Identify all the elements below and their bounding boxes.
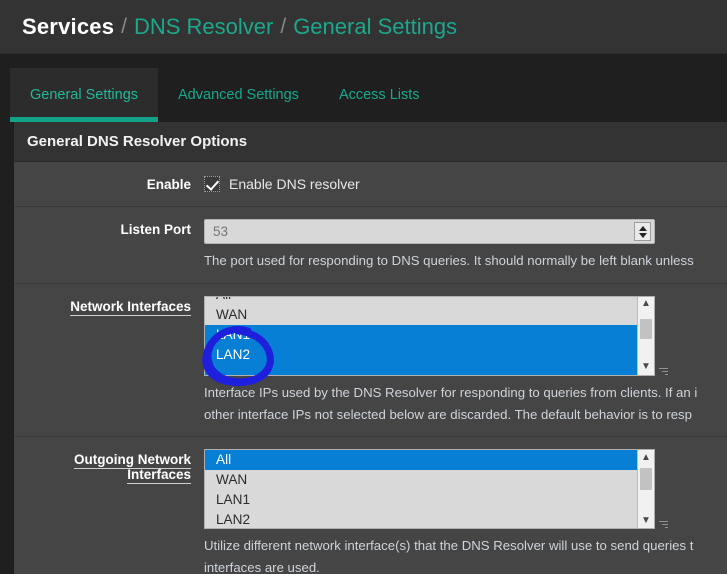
panel-title: General DNS Resolver Options — [14, 122, 727, 162]
scrollbar-thumb[interactable] — [640, 318, 652, 339]
network-interfaces-listbox[interactable]: All WAN LAN1 LAN2 ▲ ▼ — [204, 295, 655, 376]
outgoing-network-interfaces-label: Outgoing Network Interfaces — [14, 449, 204, 574]
form-row-network-interfaces: Network Interfaces All WAN LAN1 LAN2 — [14, 284, 727, 438]
listen-port-input[interactable] — [205, 220, 634, 243]
outgoing-help-line-2: interfaces are used. — [204, 560, 320, 574]
outgoing-network-interfaces-listbox[interactable]: All WAN LAN1 LAN2 ▲ ▼ — [204, 449, 655, 530]
form-row-listen-port: Listen Port The port used for responding… — [14, 207, 727, 284]
caret-up-icon[interactable] — [638, 225, 647, 231]
outgoing-label-line-2: Interfaces — [127, 467, 191, 485]
caret-down-icon[interactable] — [638, 232, 647, 238]
network-interfaces-options[interactable]: All WAN LAN1 LAN2 — [205, 297, 637, 375]
chevron-down-icon[interactable]: ▼ — [638, 513, 654, 528]
tab-access-lists[interactable]: Access Lists — [319, 68, 440, 122]
outgoing-network-interfaces-scrollbar[interactable]: ▲ ▼ — [637, 450, 654, 529]
list-item[interactable]: All — [205, 450, 637, 471]
network-interfaces-label: Network Interfaces — [14, 296, 204, 425]
form-row-enable: Enable Enable DNS resolver — [14, 162, 727, 207]
list-item-filler — [205, 364, 637, 375]
resize-grip-icon[interactable] — [658, 366, 668, 376]
breadcrumb-root: Services — [22, 13, 115, 39]
listen-port-spinner[interactable] — [634, 222, 651, 241]
outgoing-network-interfaces-field: All WAN LAN1 LAN2 ▲ ▼ Utilize different … — [204, 449, 727, 574]
list-item[interactable]: WAN — [205, 470, 637, 490]
enable-field: Enable DNS resolver — [204, 174, 727, 194]
tab-bar: General Settings Advanced Settings Acces… — [0, 54, 727, 122]
breadcrumb-current-page[interactable]: General Settings — [293, 14, 457, 40]
checkbox-checked-icon[interactable] — [204, 176, 220, 192]
outgoing-help-line-1: Utilize different network interface(s) t… — [204, 538, 694, 554]
resize-grip-icon[interactable] — [658, 519, 668, 529]
list-item[interactable]: LAN1 — [205, 324, 637, 345]
list-item[interactable]: LAN2 — [205, 510, 637, 528]
tab-general-settings-label: General Settings — [30, 87, 139, 103]
listen-port-input-wrap[interactable] — [204, 219, 655, 244]
general-dns-resolver-options-panel: General DNS Resolver Options Enable Enab… — [14, 122, 727, 574]
listen-port-label: Listen Port — [120, 222, 191, 237]
enable-label: Enable — [146, 177, 191, 192]
tab-general-settings[interactable]: General Settings — [10, 68, 159, 122]
chevron-down-icon[interactable]: ▼ — [638, 360, 654, 375]
network-interfaces-help-line-2: other interface IPs not selected below a… — [204, 406, 692, 422]
list-item[interactable]: All — [205, 297, 637, 305]
breadcrumb: Services / DNS Resolver / General Settin… — [0, 0, 727, 54]
tab-access-lists-label: Access Lists — [338, 87, 420, 103]
tab-advanced-settings[interactable]: Advanced Settings — [158, 68, 319, 122]
breadcrumb-link-dns-resolver[interactable]: DNS Resolver — [134, 14, 273, 40]
chevron-up-icon[interactable]: ▲ — [638, 450, 654, 465]
outgoing-network-interfaces-options[interactable]: All WAN LAN1 LAN2 — [205, 450, 637, 528]
tab-advanced-settings-label: Advanced Settings — [178, 87, 299, 103]
list-item[interactable]: WAN — [205, 305, 637, 325]
network-interfaces-label-text: Network Interfaces — [70, 298, 191, 316]
network-interfaces-help-line-1: Interface IPs used by the DNS Resolver f… — [204, 384, 698, 400]
breadcrumb-separator-1: / — [121, 14, 127, 38]
network-interfaces-field: All WAN LAN1 LAN2 ▲ ▼ — [204, 295, 727, 425]
scrollbar-thumb[interactable] — [640, 468, 652, 491]
network-interfaces-scrollbar[interactable]: ▲ ▼ — [637, 296, 654, 375]
listen-port-field: The port used for responding to DNS quer… — [204, 219, 727, 271]
enable-checkbox-row[interactable]: Enable DNS resolver — [204, 174, 719, 194]
enable-checkbox-label: Enable DNS resolver — [229, 176, 360, 192]
breadcrumb-separator-2: / — [280, 14, 287, 38]
form-row-outgoing-network-interfaces: Outgoing Network Interfaces All WAN LAN1… — [14, 437, 727, 574]
listen-port-help: The port used for responding to DNS quer… — [204, 253, 694, 268]
list-item[interactable]: LAN2 — [205, 344, 637, 365]
list-item[interactable]: LAN1 — [205, 490, 637, 510]
chevron-up-icon[interactable]: ▲ — [638, 297, 654, 312]
